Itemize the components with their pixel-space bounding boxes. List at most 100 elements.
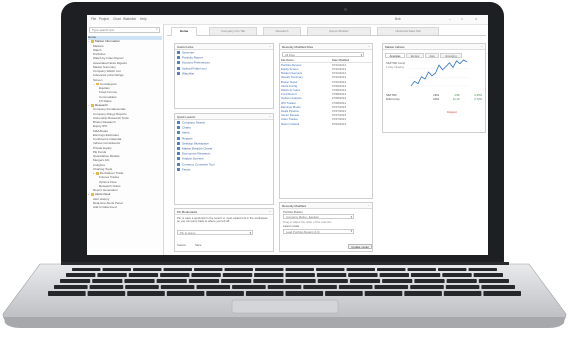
pin-select[interactable]: Pin to Home ▾ [177, 230, 253, 235]
collapse-icon[interactable]: − [269, 115, 271, 118]
panel-title: Recently Modified Files [282, 44, 314, 49]
quick-launch-label: Charts [182, 125, 191, 130]
collapse-icon[interactable]: − [368, 204, 370, 207]
latest-model-select[interactable]: Lead Portfolio Model (v3.0) ▾ [283, 228, 354, 234]
tab-historical-data[interactable]: Historical Data Tab [377, 27, 439, 35]
quick-launch-label: Currency Converter Tool [182, 161, 215, 166]
keyboard-key [194, 268, 223, 271]
file-filter-value: All Files [285, 52, 295, 57]
sidebar-item-label: Equities [99, 87, 110, 90]
table-row[interactable]: Macro Outlook 07/03/2014 [280, 122, 372, 126]
link-label: Watchlist [182, 71, 195, 76]
sidebar-item-label: Market Information [95, 40, 121, 44]
keyboard-key [410, 285, 444, 289]
link-label: Portfolio Report [182, 55, 203, 60]
keyboard-key [349, 279, 381, 283]
file-name-link[interactable]: Macro Outlook [280, 122, 331, 126]
update-model-button[interactable]: Update model [348, 244, 372, 249]
search-input[interactable]: Type search text ⌕ [89, 27, 160, 33]
app-icon [177, 131, 180, 135]
folder-icon [96, 172, 99, 175]
panel-header: Market Indices − [383, 44, 485, 50]
useful-links-panel: Useful Links − Screener Portfolio Report … [174, 43, 274, 109]
save-link[interactable]: Save [195, 244, 201, 247]
app-icon [177, 126, 180, 130]
folder-icon [91, 104, 94, 107]
tab-research[interactable]: Research [263, 27, 301, 35]
keyboard-key [156, 279, 187, 283]
chevron-down-icon: ▾ [350, 229, 352, 234]
maximize-button[interactable]: □ [461, 17, 463, 21]
sidebar-item-label: Fixed Income [99, 91, 118, 95]
tab-bar: Home Company Info Tab Research Report Bu… [167, 27, 486, 36]
keyboard-key [48, 291, 86, 296]
close-button[interactable]: ✕ [475, 17, 478, 21]
latest-model-value: Lead Portfolio Model (v3.0) [286, 229, 320, 234]
app-icon [177, 121, 180, 124]
panel-header: Useful Links − [175, 44, 273, 50]
sidebar-item[interactable]: Add to Data Feed [88, 206, 162, 210]
keyboard-key [483, 291, 521, 296]
collapse-icon[interactable]: − [481, 45, 483, 48]
quick-launch-item[interactable]: Feeds [175, 167, 273, 173]
user-name[interactable]: Bob [395, 17, 401, 21]
link-icon [177, 61, 180, 65]
region-tab[interactable]: Americas [385, 53, 405, 58]
sparkline-series [410, 59, 468, 87]
keyboard-key [72, 268, 101, 271]
keyboard-key [191, 273, 221, 277]
market-row[interactable]: DJIA Comp 1691 12.10 0.72% [385, 98, 483, 102]
file-filter-select[interactable]: All Files ▾ [282, 52, 364, 57]
sidebar-item-label: Mergers Arb [93, 159, 110, 163]
menu-project[interactable]: Project [99, 17, 109, 21]
date-modified: 07/03/2014 [331, 121, 346, 126]
keyboard-key [232, 285, 266, 289]
app-window: File Project Chart Watchlist Help Bob – … [87, 15, 488, 255]
menu-chart[interactable]: Chart [113, 17, 121, 21]
keyboard-key [446, 279, 477, 283]
keyboard-key [54, 285, 88, 289]
minimize-button[interactable]: – [449, 17, 451, 21]
keyboard-key [92, 279, 123, 283]
quick-launch-label: Analyst Screens [182, 156, 204, 161]
sidebar-item-label: Private Equity [93, 146, 112, 150]
cancel-link[interactable]: Cancel [177, 244, 186, 247]
keyboard-key [222, 273, 253, 277]
sidebar-item-label: Alerts Desk [95, 193, 111, 197]
link-item[interactable]: Watchlist [175, 72, 273, 77]
quick-launch-label: Company Search [182, 120, 206, 125]
keyboard-key [316, 268, 345, 271]
sidebar-item-label: Portfolios [93, 53, 106, 56]
keyboard-key [346, 268, 375, 271]
keyboard-key [473, 273, 503, 277]
model-select[interactable]: Company Model - Equities ▾ [283, 214, 354, 220]
index-sparkline-chart [409, 59, 469, 87]
sidebar-item-label: Earnings Estimates [93, 133, 119, 137]
collapse-icon[interactable]: − [269, 45, 271, 48]
keyboard-key [481, 285, 515, 289]
sidebar-item-label: Constituents [100, 82, 117, 86]
collapse-icon[interactable]: − [368, 45, 370, 48]
tab-home[interactable]: Home [171, 27, 197, 36]
collapse-icon[interactable]: − [269, 210, 271, 213]
quick-launch-panel: Quick Launch − Company Search Charts Alerts… [174, 113, 274, 205]
keyboard-key [468, 268, 497, 271]
sidebar-item-label: Derivatives Trade [100, 172, 124, 176]
market-value: 1691 [433, 97, 440, 101]
sidebar-item-label: Screen [93, 78, 103, 82]
status-badge: Delayed [447, 111, 457, 114]
market-name: DJIA Comp [386, 97, 400, 101]
menu-help[interactable]: Help [140, 17, 147, 21]
keyboard-key [285, 268, 314, 271]
keyboard-key [97, 273, 127, 277]
keyboard-key [316, 273, 347, 277]
chevron-down-icon: ▾ [360, 52, 362, 57]
sidebar-item-label: Research [95, 104, 108, 108]
tab-company-info[interactable]: Company Info Tab [209, 27, 257, 35]
tab-report-builder[interactable]: Report Builder [307, 27, 371, 35]
menu-watchlist[interactable]: Watchlist [123, 17, 136, 21]
menu-file[interactable]: File [91, 17, 96, 21]
sidebar-item-label: Conference Calendar [93, 138, 122, 141]
search-icon[interactable]: ⌕ [156, 27, 158, 32]
keyboard-key [188, 279, 220, 283]
